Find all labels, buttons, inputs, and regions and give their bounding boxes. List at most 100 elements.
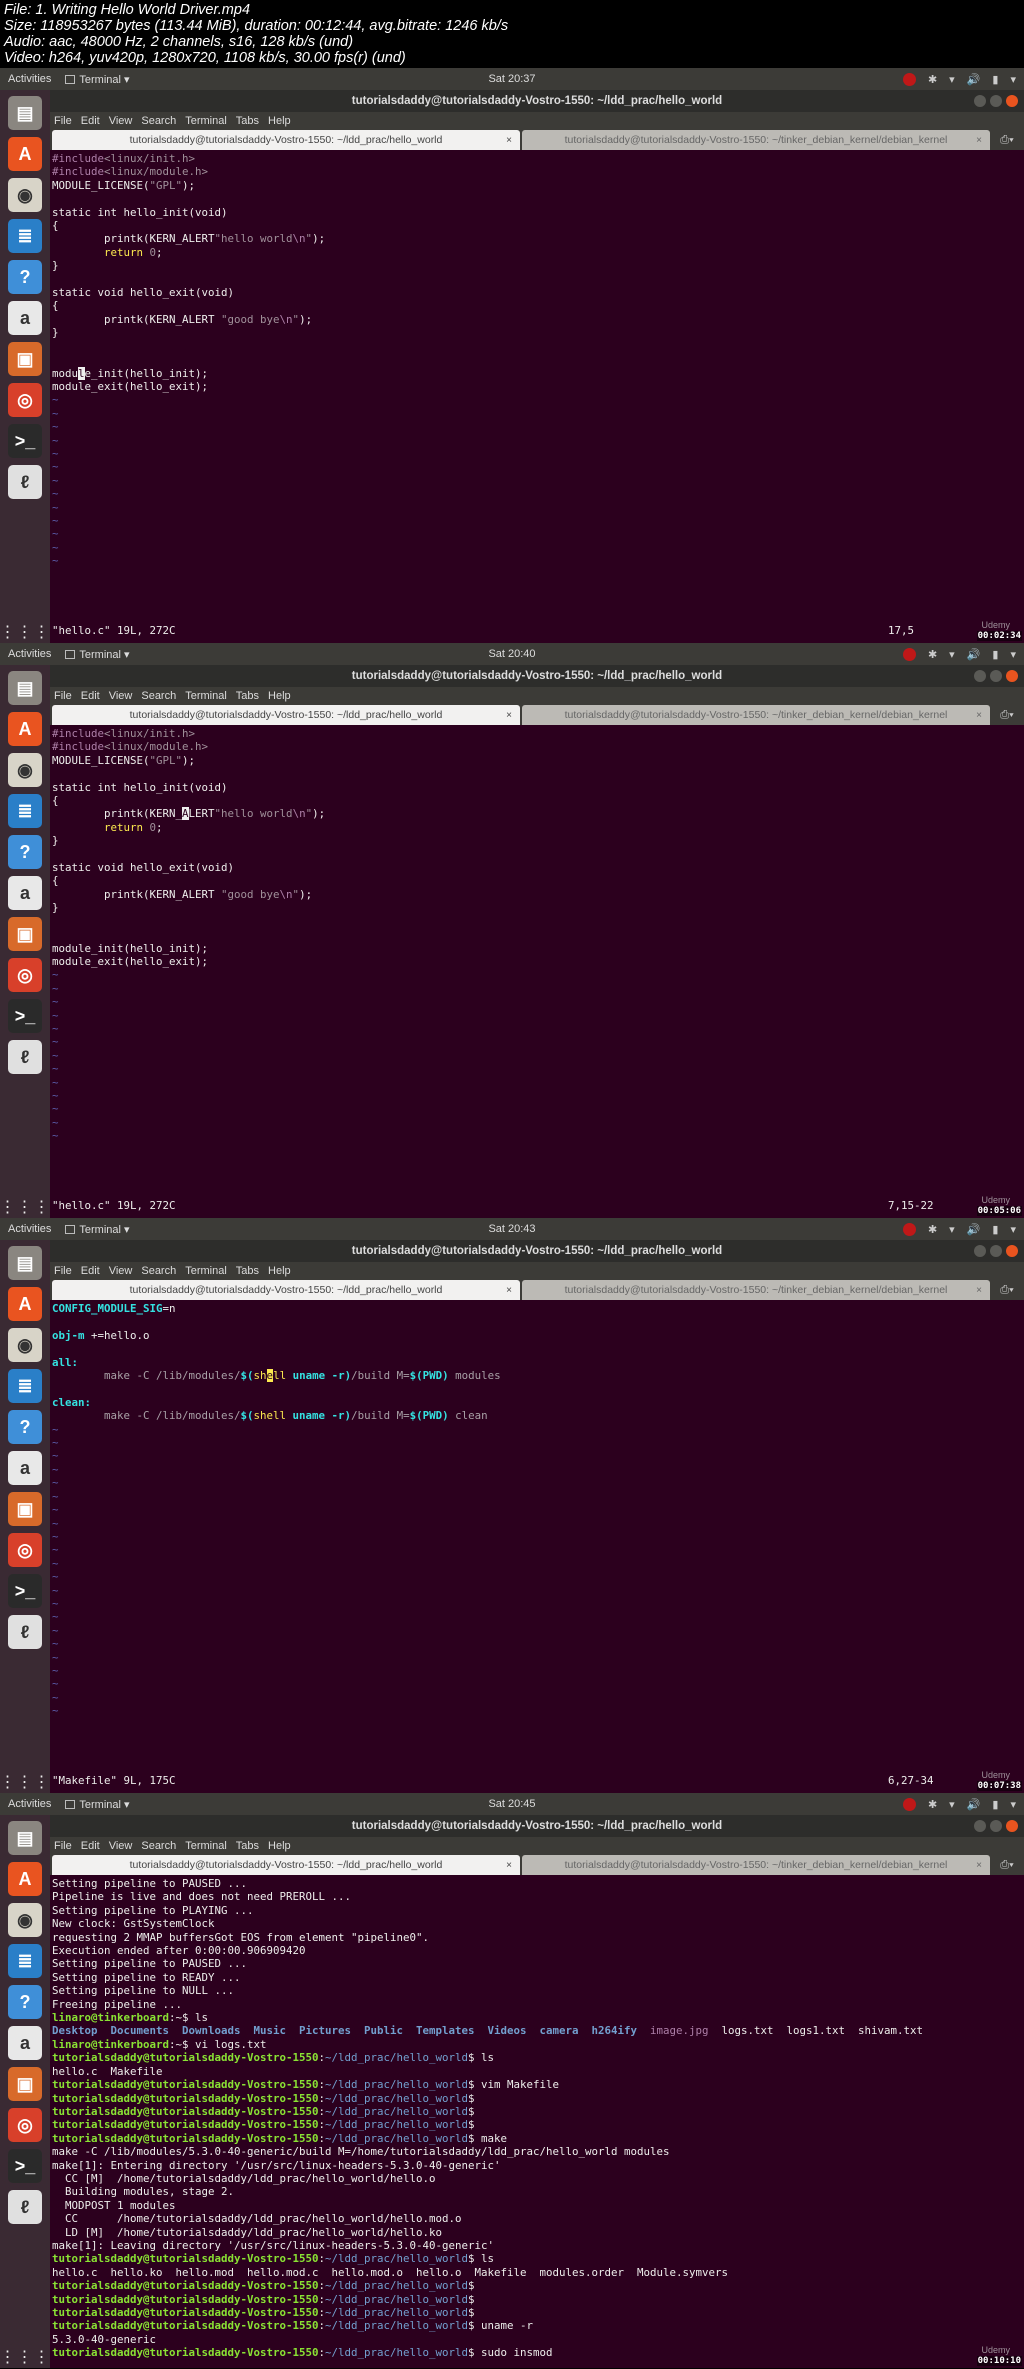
menu-view[interactable]: View (109, 115, 133, 127)
dock-files-icon[interactable]: ▤ (8, 96, 42, 130)
menu-tabs[interactable]: Tabs (236, 1265, 259, 1277)
menu-help[interactable]: Help (268, 1265, 291, 1277)
dock-software-icon[interactable]: A (8, 1862, 42, 1896)
dock-writer-icon[interactable]: ≣ (8, 1944, 42, 1978)
dock-terminal-icon[interactable]: >_ (8, 424, 42, 458)
maximize-button[interactable] (990, 1245, 1002, 1257)
menu-tabs[interactable]: Tabs (236, 690, 259, 702)
app-menu[interactable]: Terminal ▾ (65, 648, 130, 661)
show-applications-icon[interactable]: ⋮⋮⋮ (0, 625, 51, 641)
system-tray[interactable]: ✱ ▾ 🔊 ▮ ▾ (902, 1797, 1016, 1811)
dock-rhythmbox-icon[interactable]: ◉ (8, 1903, 42, 1937)
menu-file[interactable]: File (54, 690, 72, 702)
minimize-button[interactable] (974, 1245, 986, 1257)
dock-impress-icon[interactable]: ▣ (8, 917, 42, 951)
terminal-content[interactable]: Setting pipeline to PAUSED ... Pipeline i… (50, 1875, 1024, 2362)
dock-amazon-icon[interactable]: a (8, 2026, 42, 2060)
menu-help[interactable]: Help (268, 1840, 291, 1852)
close-tab-icon[interactable]: × (506, 710, 512, 721)
dock-app-red-icon[interactable]: ℓ (8, 2190, 42, 2224)
dock-chrome-icon[interactable]: ◎ (8, 958, 42, 992)
menu-view[interactable]: View (109, 1265, 133, 1277)
dock-help-icon[interactable]: ? (8, 1410, 42, 1444)
maximize-button[interactable] (990, 670, 1002, 682)
terminal-content[interactable]: #include<linux/init.h> #include<linux/mod… (50, 725, 1024, 1145)
maximize-button[interactable] (990, 95, 1002, 107)
dock-files-icon[interactable]: ▤ (8, 671, 42, 705)
close-button[interactable] (1006, 95, 1018, 107)
menu-file[interactable]: File (54, 115, 72, 127)
minimize-button[interactable] (974, 670, 986, 682)
tab-hello-world[interactable]: tutorialsdaddy@tutorialsdaddy-Vostro-155… (52, 1280, 520, 1300)
tab-menu-button[interactable]: ⎙▾ (992, 705, 1022, 725)
system-tray[interactable]: ✱ ▾ 🔊 ▮ ▾ (902, 647, 1016, 661)
tab-debian-kernel[interactable]: tutorialsdaddy@tutorialsdaddy-Vostro-155… (522, 130, 990, 150)
menu-view[interactable]: View (109, 1840, 133, 1852)
system-tray[interactable]: ✱ ▾ 🔊 ▮ ▾ (902, 1222, 1016, 1236)
menu-tabs[interactable]: Tabs (236, 115, 259, 127)
menu-search[interactable]: Search (141, 115, 176, 127)
dock-help-icon[interactable]: ? (8, 1985, 42, 2019)
dock-files-icon[interactable]: ▤ (8, 1821, 42, 1855)
activities-button[interactable]: Activities (8, 648, 51, 660)
dock-writer-icon[interactable]: ≣ (8, 219, 42, 253)
dock-terminal-icon[interactable]: >_ (8, 999, 42, 1033)
app-menu[interactable]: Terminal ▾ (65, 1223, 130, 1236)
terminal-content[interactable]: CONFIG_MODULE_SIG=n obj-m +=hello.o all:… (50, 1300, 1024, 1720)
clock[interactable]: Sat 20:37 (488, 73, 535, 85)
menu-edit[interactable]: Edit (81, 1265, 100, 1277)
menu-edit[interactable]: Edit (81, 115, 100, 127)
dock-software-icon[interactable]: A (8, 712, 42, 746)
tab-hello-world[interactable]: tutorialsdaddy@tutorialsdaddy-Vostro-155… (52, 705, 520, 725)
dock-terminal-icon[interactable]: >_ (8, 1574, 42, 1608)
menu-view[interactable]: View (109, 690, 133, 702)
activities-button[interactable]: Activities (8, 1223, 51, 1235)
dock-software-icon[interactable]: A (8, 1287, 42, 1321)
menu-search[interactable]: Search (141, 1840, 176, 1852)
menu-terminal[interactable]: Terminal (185, 1840, 227, 1852)
menu-help[interactable]: Help (268, 115, 291, 127)
terminal-content[interactable]: #include<linux/init.h> #include<linux/mod… (50, 150, 1024, 570)
menu-help[interactable]: Help (268, 690, 291, 702)
dock-impress-icon[interactable]: ▣ (8, 1492, 42, 1526)
tab-debian-kernel[interactable]: tutorialsdaddy@tutorialsdaddy-Vostro-155… (522, 1280, 990, 1300)
app-menu[interactable]: Terminal ▾ (65, 73, 130, 86)
activities-button[interactable]: Activities (8, 73, 51, 85)
menu-terminal[interactable]: Terminal (185, 690, 227, 702)
menu-edit[interactable]: Edit (81, 1840, 100, 1852)
dock-writer-icon[interactable]: ≣ (8, 794, 42, 828)
dock-amazon-icon[interactable]: a (8, 876, 42, 910)
dock-rhythmbox-icon[interactable]: ◉ (8, 178, 42, 212)
close-tab-icon[interactable]: × (506, 1860, 512, 1871)
close-tab-icon[interactable]: × (976, 135, 982, 146)
dock-chrome-icon[interactable]: ◎ (8, 2108, 42, 2142)
dock-software-icon[interactable]: A (8, 137, 42, 171)
close-tab-icon[interactable]: × (976, 710, 982, 721)
close-tab-icon[interactable]: × (976, 1285, 982, 1296)
tab-hello-world[interactable]: tutorialsdaddy@tutorialsdaddy-Vostro-155… (52, 130, 520, 150)
tab-debian-kernel[interactable]: tutorialsdaddy@tutorialsdaddy-Vostro-155… (522, 1855, 990, 1875)
system-tray[interactable]: ✱ ▾ 🔊 ▮ ▾ (902, 72, 1016, 86)
app-menu[interactable]: Terminal ▾ (65, 1798, 130, 1811)
dock-writer-icon[interactable]: ≣ (8, 1369, 42, 1403)
close-button[interactable] (1006, 1820, 1018, 1832)
dock-files-icon[interactable]: ▤ (8, 1246, 42, 1280)
tab-hello-world[interactable]: tutorialsdaddy@tutorialsdaddy-Vostro-155… (52, 1855, 520, 1875)
close-tab-icon[interactable]: × (506, 1285, 512, 1296)
close-tab-icon[interactable]: × (506, 135, 512, 146)
close-button[interactable] (1006, 670, 1018, 682)
dock-rhythmbox-icon[interactable]: ◉ (8, 753, 42, 787)
tab-menu-button[interactable]: ⎙▾ (992, 1280, 1022, 1300)
menu-search[interactable]: Search (141, 1265, 176, 1277)
maximize-button[interactable] (990, 1820, 1002, 1832)
dock-chrome-icon[interactable]: ◎ (8, 383, 42, 417)
dock-impress-icon[interactable]: ▣ (8, 342, 42, 376)
show-applications-icon[interactable]: ⋮⋮⋮ (0, 2350, 51, 2366)
tab-menu-button[interactable]: ⎙▾ (992, 130, 1022, 150)
tab-debian-kernel[interactable]: tutorialsdaddy@tutorialsdaddy-Vostro-155… (522, 705, 990, 725)
dock-help-icon[interactable]: ? (8, 260, 42, 294)
clock[interactable]: Sat 20:45 (488, 1798, 535, 1810)
show-applications-icon[interactable]: ⋮⋮⋮ (0, 1200, 51, 1216)
menu-search[interactable]: Search (141, 690, 176, 702)
menu-terminal[interactable]: Terminal (185, 1265, 227, 1277)
